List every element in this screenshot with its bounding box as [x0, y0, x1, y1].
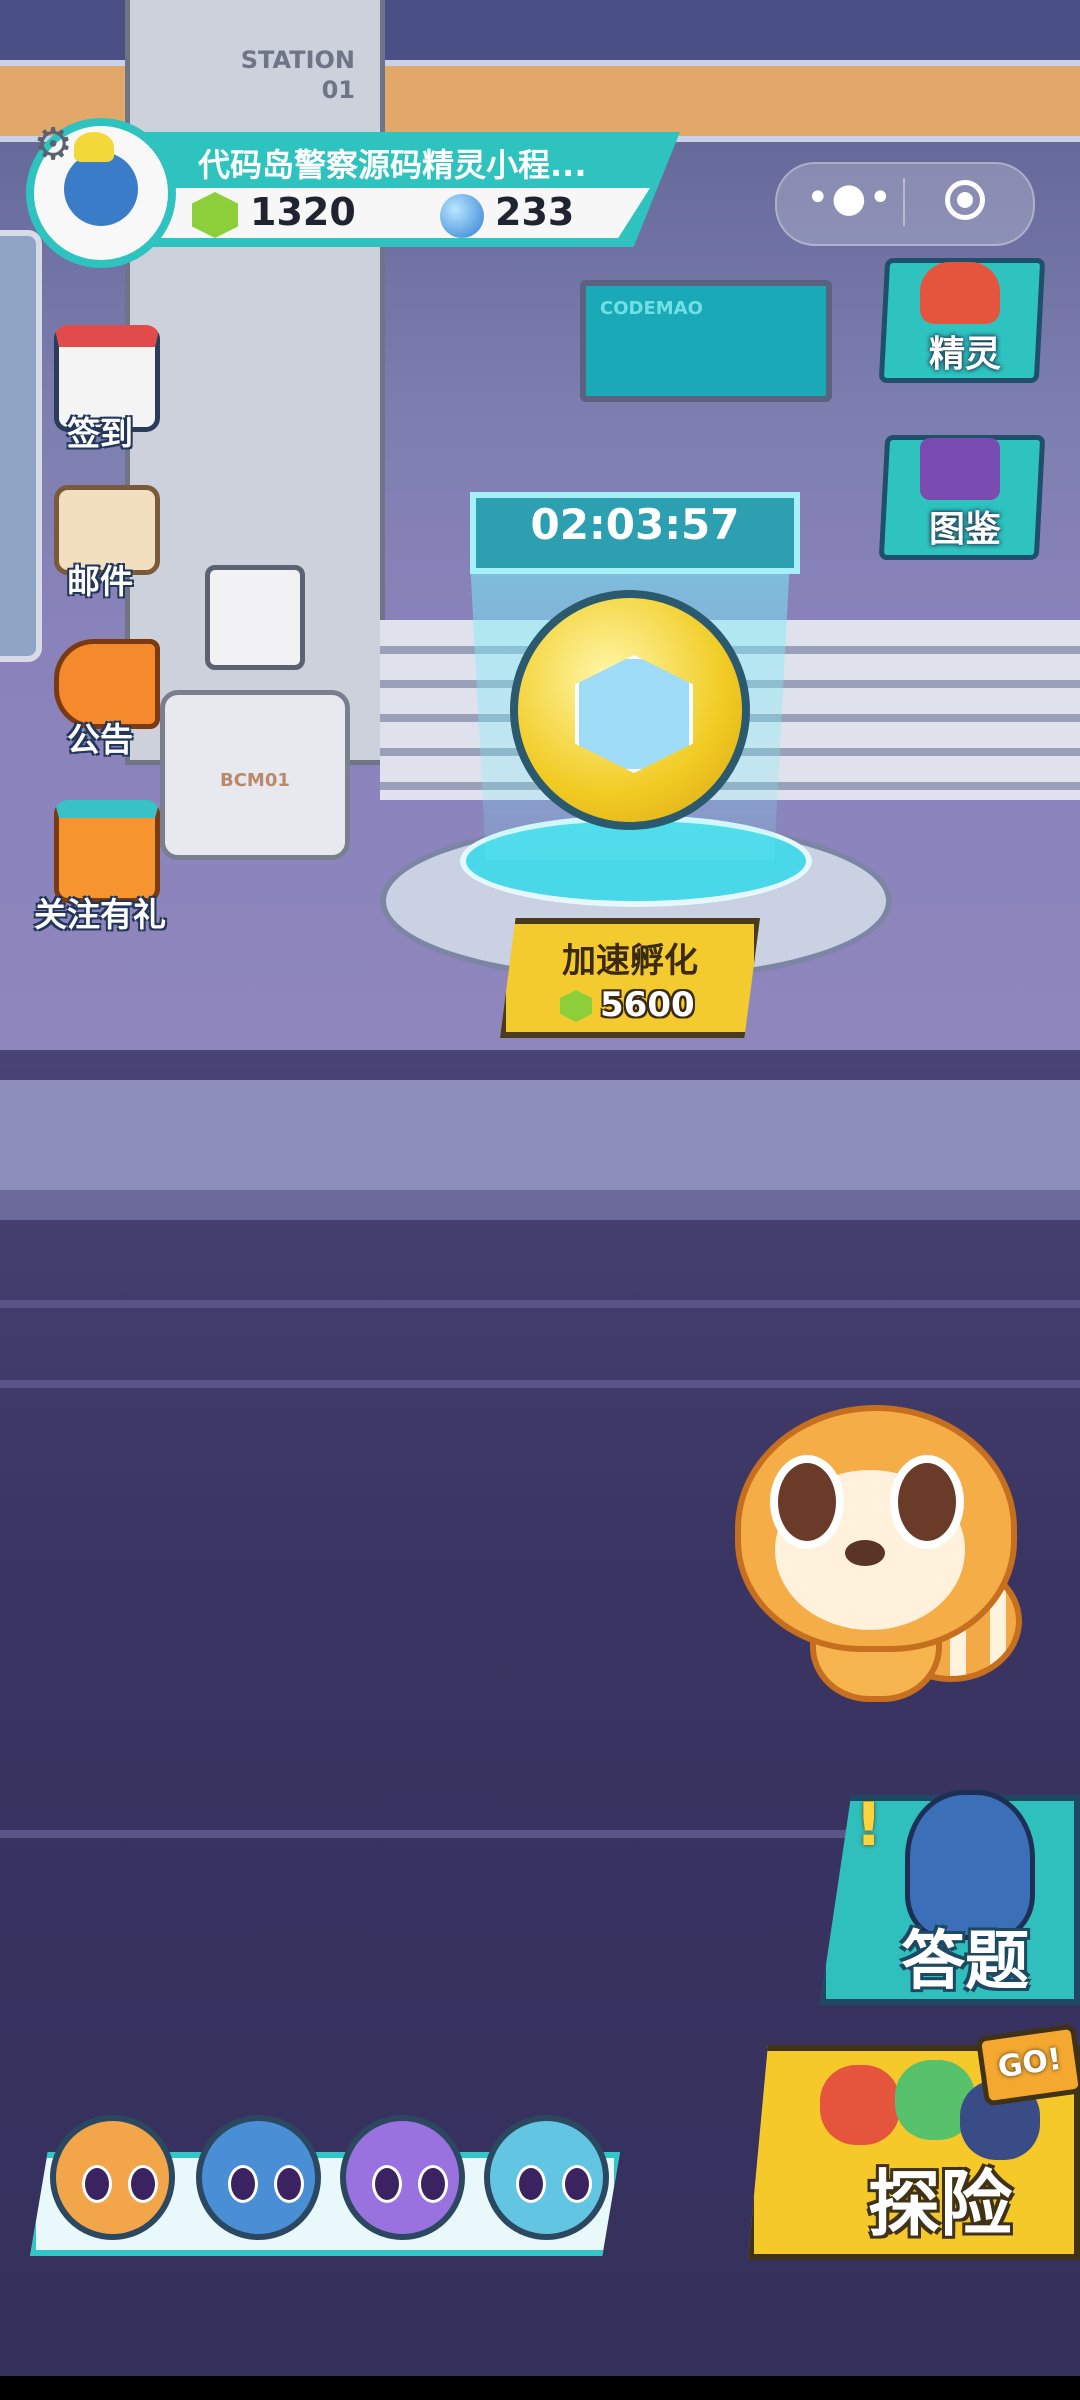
system-nav-bar — [0, 2376, 1080, 2400]
mail-label: 邮件 — [67, 562, 133, 601]
machine-label: BCM01 — [220, 770, 290, 791]
pet-eye — [562, 2165, 592, 2203]
pet-eye — [516, 2165, 546, 2203]
orb-count: 233 — [495, 190, 575, 234]
more-icon[interactable]: •●• — [800, 168, 900, 238]
follow-gift-label: 关注有礼 — [34, 895, 166, 934]
pet-eye — [418, 2165, 448, 2203]
speed-hatch-cost: 5600 — [600, 985, 695, 1025]
follow-gift-button[interactable]: 关注有礼 — [20, 800, 180, 940]
capsule-divider — [903, 178, 905, 226]
gem-count: 1320 — [250, 190, 356, 234]
codex-label: 图鉴 — [928, 509, 1001, 550]
pet-eye — [890, 1455, 964, 1549]
floor-line — [0, 1380, 1080, 1388]
floor-ledge — [0, 1080, 1080, 1190]
book-icon — [920, 438, 1000, 500]
floor-line — [0, 1300, 1080, 1308]
notice-label: 公告 — [67, 720, 133, 759]
quiz-alert: ! — [855, 1790, 883, 1860]
adventure-go-badge: GO! — [975, 2023, 1080, 2107]
orb-icon — [440, 194, 484, 238]
console-label: CODEMAO — [600, 298, 703, 319]
pet-eye — [770, 1455, 844, 1549]
pet-eye — [228, 2165, 258, 2203]
checkin-label: 签到 — [67, 414, 133, 453]
pet-eye — [82, 2165, 112, 2203]
mail-button[interactable]: 邮件 — [20, 475, 180, 605]
gear-icon[interactable]: ⚙ — [28, 120, 78, 170]
sprite-label: 精灵 — [928, 334, 1001, 375]
pet-eye — [128, 2165, 158, 2203]
pet-eye — [274, 2165, 304, 2203]
wall-box — [205, 565, 305, 670]
fox-sprite-icon — [920, 262, 1000, 324]
speed-hatch-label: 加速孵化 — [562, 941, 698, 981]
pet-nose — [845, 1540, 885, 1566]
player-name: 代码岛警察源码精灵小程... — [198, 146, 587, 184]
notice-button[interactable]: 公告 — [20, 635, 180, 765]
adventure-pet-icon — [820, 2065, 900, 2145]
avatar-hat — [74, 132, 114, 162]
pet-eye — [372, 2165, 402, 2203]
hatch-timer: 02:03:57 — [530, 500, 740, 549]
close-icon-dot — [957, 192, 973, 208]
station-label: STATION 01 — [240, 46, 355, 104]
quiz-label: 答题 — [901, 1925, 1029, 1999]
adventure-label: 探险 — [867, 2162, 1012, 2246]
checkin-button[interactable]: 签到 — [20, 325, 180, 455]
floor-ledge-shadow — [0, 1190, 1080, 1220]
